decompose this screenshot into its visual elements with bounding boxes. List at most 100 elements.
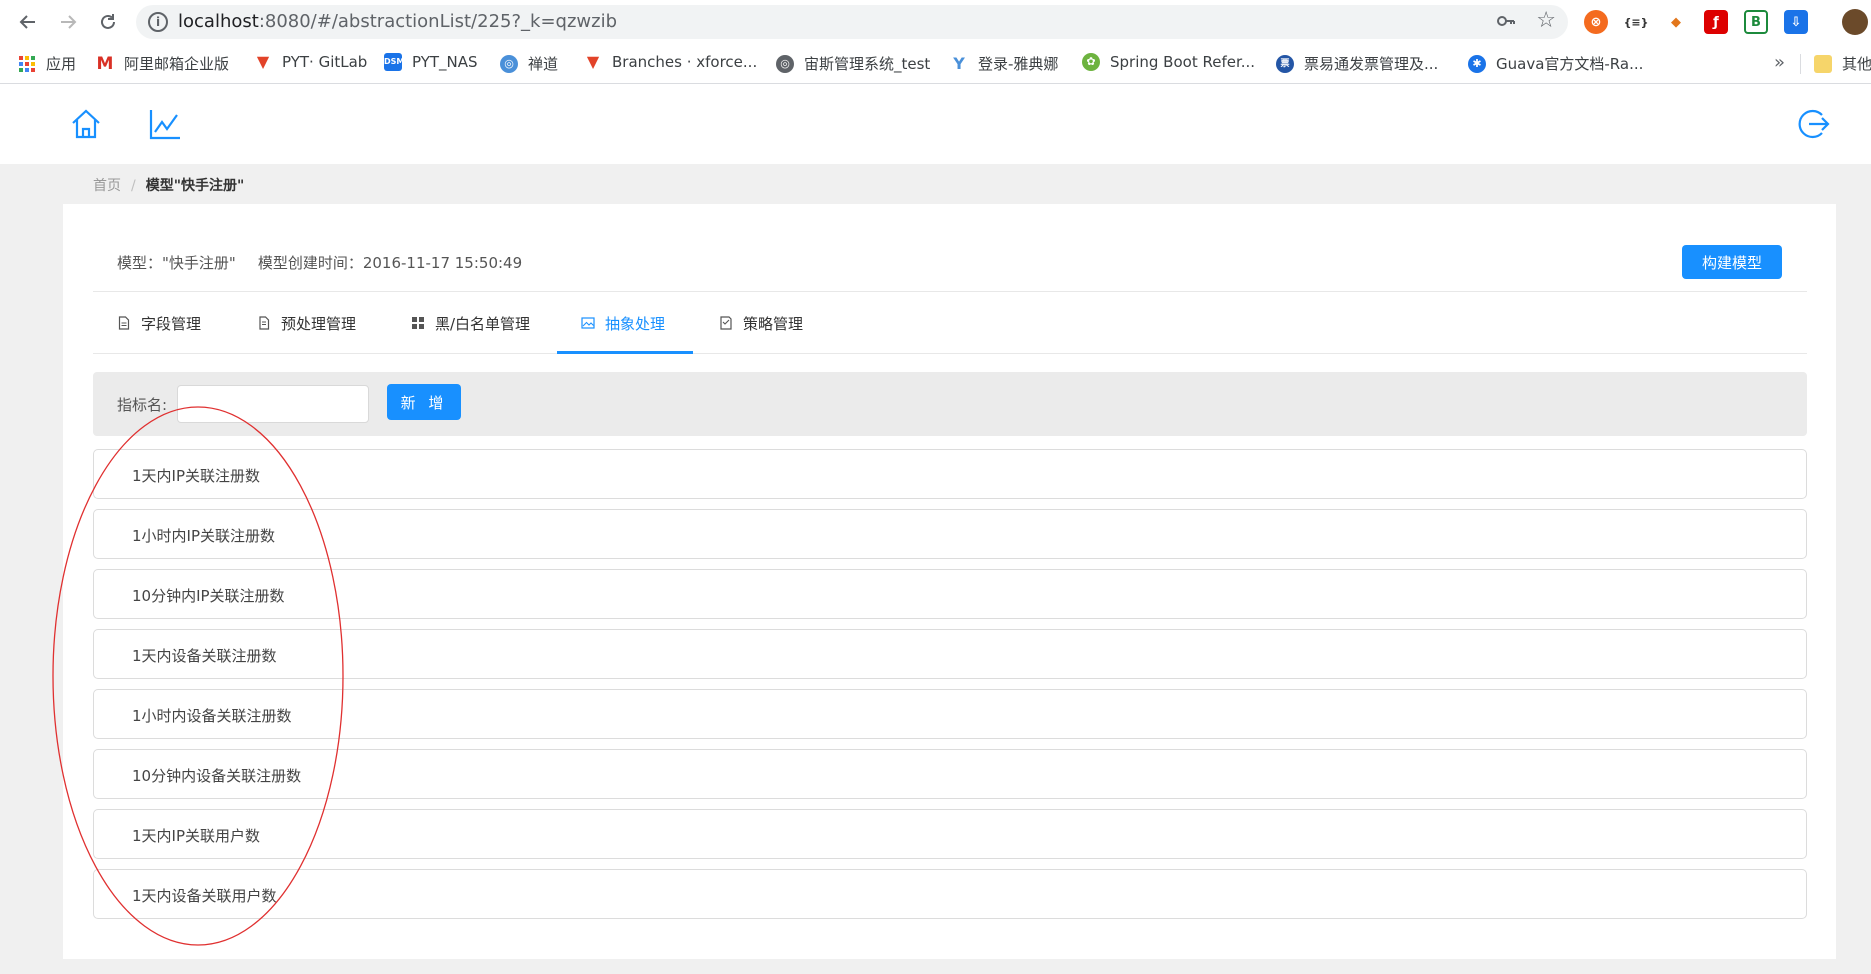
home-icon[interactable] (68, 106, 104, 142)
model-info: 模型："快手注册" 模型创建时间：2016-11-17 15:50:49 (117, 252, 522, 273)
bookmark-label: 登录-雅典娜 (978, 55, 1059, 73)
url-text[interactable]: localhost:8080/#/abstractionList/225?_k=… (178, 11, 617, 32)
list-item[interactable]: 1天内IP关联注册数 (93, 449, 1807, 499)
chart-line-icon[interactable] (147, 106, 183, 142)
list-item[interactable]: 1天内设备关联用户数 (93, 869, 1807, 919)
metric-label: 1小时内IP关联注册数 (132, 527, 276, 545)
spring-icon: ✿ (1082, 53, 1100, 71)
dsm-icon: DSM (384, 53, 404, 71)
tab-preprocess-management[interactable]: 预处理管理 (257, 292, 356, 354)
metamask-fox-icon[interactable]: ◆ (1664, 10, 1688, 34)
tab-abstraction[interactable]: 抽象处理 (581, 292, 665, 354)
metric-label: 10分钟内设备关联注册数 (132, 767, 302, 785)
evernote-icon[interactable]: B (1744, 10, 1768, 34)
invoice-icon: 票 (1276, 54, 1294, 73)
breadcrumb-current: 模型"快手注册" (145, 178, 245, 194)
breadcrumb: 首页 / 模型"快手注册" (93, 175, 244, 195)
list-item[interactable]: 1天内设备关联注册数 (93, 629, 1807, 679)
tab-bar: 字段管理 预处理管理 黑/白名单管理 抽象处理 策略管理 (93, 292, 1807, 354)
bookmark-label: 宙斯管理系统_test (804, 55, 931, 73)
image-icon (581, 316, 595, 330)
bookmark-branches[interactable]: ▼ Branches · xforce... (584, 52, 758, 72)
bookmark-gitlab[interactable]: ▼ PYT· GitLab (254, 52, 367, 72)
address-bar[interactable]: i localhost:8080/#/abstractionList/225?_… (136, 5, 1568, 39)
gitlab-icon: ▼ (586, 52, 600, 71)
metric-name-input[interactable] (177, 385, 369, 423)
bookmark-pyt-nas[interactable]: DSM PYT_NAS (384, 53, 478, 71)
flash-icon[interactable]: ƒ (1704, 10, 1728, 34)
bookmark-spring-boot[interactable]: ✿ Spring Boot Refer... (1082, 53, 1255, 71)
tab-field-management[interactable]: 字段管理 (117, 292, 201, 354)
bookmark-zeus[interactable]: ◎ 宙斯管理系统_test (776, 53, 930, 74)
back-arrow-icon[interactable] (14, 8, 42, 36)
metric-label: 1天内IP关联注册数 (132, 467, 261, 485)
bookmark-star-icon[interactable]: ☆ (1536, 8, 1556, 33)
list-item[interactable]: 1天内IP关联用户数 (93, 809, 1807, 859)
download-extension-icon[interactable]: ⇩ (1784, 10, 1808, 34)
bookmark-label: PYT_NAS (412, 53, 478, 71)
bookmark-apps[interactable]: 应用 (18, 53, 76, 74)
folder-icon (1814, 54, 1832, 73)
athena-icon: Y (953, 53, 965, 73)
breadcrumb-home[interactable]: 首页 (93, 178, 121, 194)
bookmark-aliyun-mail[interactable]: M 阿里邮箱企业版 (96, 53, 229, 74)
tab-strategy-management[interactable]: 策略管理 (719, 292, 803, 354)
bookmark-label: 禅道 (528, 55, 559, 73)
strategy-icon (719, 316, 733, 330)
reload-icon[interactable] (94, 8, 122, 36)
apps-grid-icon (18, 55, 36, 73)
tab-label: 预处理管理 (281, 314, 357, 333)
active-tab-indicator (557, 351, 693, 354)
bookmarks-overflow-button[interactable]: » (1774, 52, 1785, 73)
app-header (0, 84, 1871, 164)
bookmark-other[interactable]: 其他 (1814, 53, 1871, 74)
bookmark-label: 票易通发票管理及... (1304, 55, 1439, 73)
file-icon (257, 316, 271, 330)
list-item[interactable]: 10分钟内设备关联注册数 (93, 749, 1807, 799)
metric-label: 1天内设备关联用户数 (132, 887, 277, 905)
metric-list: 1天内IP关联注册数 1小时内IP关联注册数 10分钟内IP关联注册数 1天内设… (93, 449, 1807, 929)
metric-label: 10分钟内IP关联注册数 (132, 587, 285, 605)
bookmarks-divider (1800, 54, 1801, 74)
profile-avatar[interactable] (1842, 9, 1868, 35)
logout-icon[interactable] (1795, 106, 1831, 142)
metric-label: 1天内设备关联注册数 (132, 647, 277, 665)
gear-globe-icon: ✱ (1468, 54, 1486, 73)
key-icon[interactable] (1496, 11, 1516, 36)
bookmark-label: Spring Boot Refer... (1110, 53, 1256, 71)
tab-blackwhite-list[interactable]: 黑/白名单管理 (411, 292, 530, 354)
forward-arrow-icon[interactable] (54, 8, 82, 36)
metric-name-label: 指标名: (117, 396, 168, 414)
tab-label: 黑/白名单管理 (435, 314, 531, 333)
bookmark-athena[interactable]: Y 登录-雅典娜 (950, 53, 1058, 74)
globe-icon: ◎ (776, 54, 794, 73)
bookmark-label: Branches · xforce... (612, 53, 758, 71)
json-viewer-icon[interactable]: {≡} (1624, 10, 1649, 34)
model-name: 模型："快手注册" (117, 254, 236, 272)
bookmarks-bar: 应用 M 阿里邮箱企业版 ▼ PYT· GitLab DSM PYT_NAS ◎… (0, 44, 1871, 84)
globe-icon: ◎ (500, 54, 518, 73)
add-button[interactable]: 新 增 (387, 384, 461, 420)
tab-label: 抽象处理 (605, 314, 666, 333)
metric-label: 1小时内设备关联注册数 (132, 707, 292, 725)
build-model-button[interactable]: 构建模型 (1682, 245, 1782, 279)
browser-toolbar: i localhost:8080/#/abstractionList/225?_… (0, 0, 1871, 44)
list-item[interactable]: 10分钟内IP关联注册数 (93, 569, 1807, 619)
list-item[interactable]: 1小时内设备关联注册数 (93, 689, 1807, 739)
site-info-icon[interactable]: i (148, 12, 168, 32)
bookmark-guava[interactable]: ✱ Guava官方文档-Ra... (1468, 53, 1643, 74)
document-icon (117, 316, 131, 330)
gitlab-icon: ▼ (256, 52, 270, 71)
bookmark-invoice[interactable]: 票 票易通发票管理及... (1276, 53, 1438, 74)
tab-label: 字段管理 (141, 314, 202, 333)
extension-orange-icon[interactable]: ⊗ (1584, 10, 1608, 34)
bookmark-label: 其他 (1842, 55, 1871, 73)
aliyun-mail-icon: M (96, 53, 114, 74)
tab-label: 策略管理 (743, 314, 804, 333)
bookmark-label: 阿里邮箱企业版 (124, 55, 230, 73)
bookmark-zentao[interactable]: ◎ 禅道 (500, 53, 558, 74)
search-bar: 指标名: 新 增 (93, 372, 1807, 436)
metric-label: 1天内IP关联用户数 (132, 827, 261, 845)
grid-icon (411, 316, 425, 330)
list-item[interactable]: 1小时内IP关联注册数 (93, 509, 1807, 559)
